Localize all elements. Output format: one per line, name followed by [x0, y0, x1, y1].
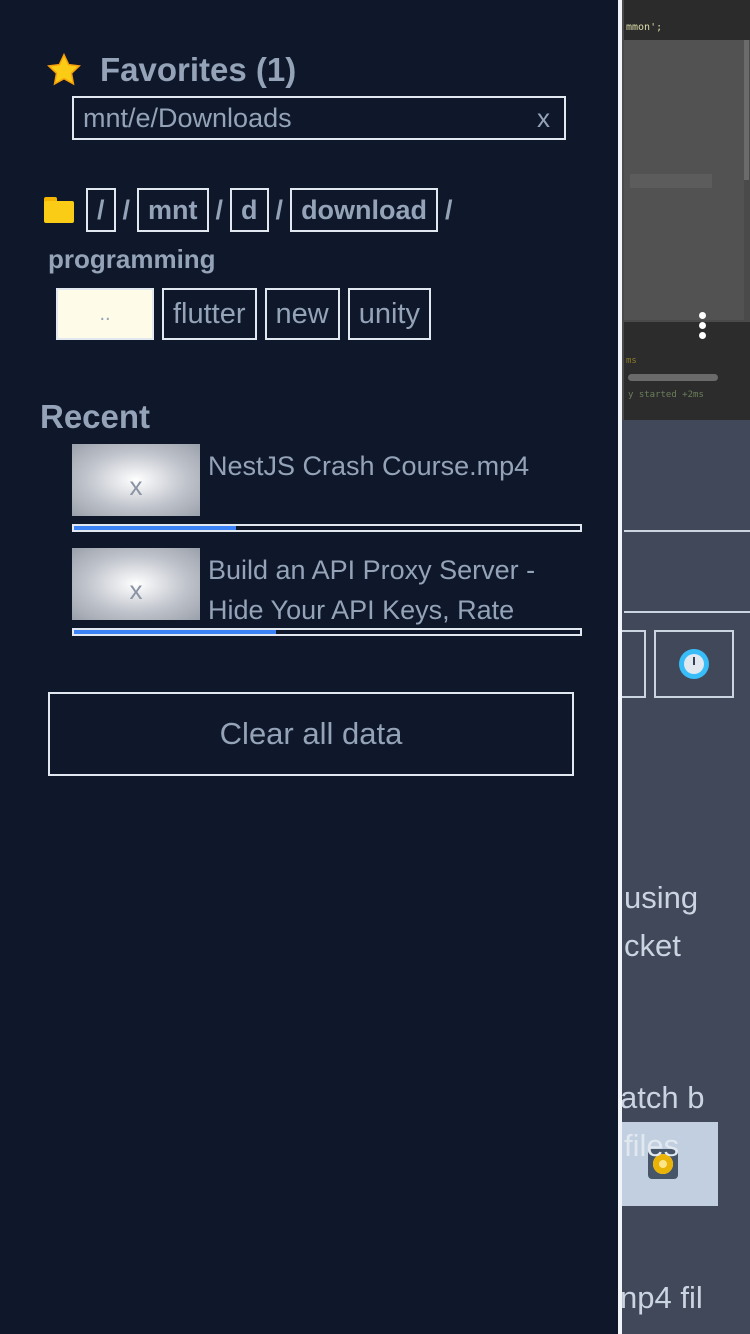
folder-new[interactable]: new: [264, 288, 340, 340]
watch-progress-fill: [74, 526, 236, 530]
video-seek-bar[interactable]: [628, 374, 718, 381]
breadcrumb-separator: /: [122, 194, 131, 225]
video-thumbnail: x: [72, 548, 200, 620]
favorite-item[interactable]: mnt/e/Downloads x: [72, 96, 566, 140]
recent-item-name: Build an API Proxy Server - Hide Your AP…: [208, 555, 536, 625]
breadcrumb-current: programming: [48, 244, 216, 274]
breadcrumb-d[interactable]: d: [230, 188, 269, 232]
video-terminal: [624, 322, 750, 420]
folder-list: .. flutter new unity: [56, 288, 439, 340]
divider: [624, 530, 750, 532]
watch-progress-bar: [72, 524, 582, 532]
star-icon: [47, 52, 81, 86]
recent-item[interactable]: x Build an API Proxy Server - Hide Your …: [72, 548, 582, 638]
clear-all-data-button[interactable]: Clear all data: [48, 692, 574, 776]
breadcrumb-separator: /: [445, 194, 453, 225]
background-text: using: [624, 880, 699, 915]
breadcrumb-separator: /: [215, 194, 224, 225]
folder-icon: [44, 197, 74, 223]
background-text: cket: [624, 928, 681, 963]
more-options-icon[interactable]: [697, 312, 707, 340]
video-editor-line: [630, 174, 712, 188]
breadcrumb-separator: /: [275, 194, 284, 225]
recent-item[interactable]: x NestJS Crash Course.mp4: [72, 444, 582, 534]
recent-title: Recent: [40, 398, 151, 435]
breadcrumb-root[interactable]: /: [86, 188, 116, 232]
video-code-text: mmon';: [626, 22, 663, 33]
background-text: atch b: [620, 1080, 705, 1115]
folder-unity[interactable]: unity: [347, 288, 431, 340]
folder-flutter[interactable]: flutter: [162, 288, 257, 340]
breadcrumb-download[interactable]: download: [290, 188, 439, 232]
watch-progress-fill: [74, 630, 277, 634]
breadcrumb-mnt[interactable]: mnt: [137, 188, 209, 232]
clock-icon: [679, 649, 709, 679]
recent-item-name: NestJS Crash Course.mp4: [208, 451, 530, 481]
video-scrollbar: [744, 40, 749, 180]
background-text: np4 fil: [620, 1280, 703, 1315]
divider: [624, 611, 750, 613]
remove-favorite-button[interactable]: x: [537, 103, 550, 134]
favorites-header: Favorites (1): [46, 50, 296, 90]
video-terminal-text: ms: [626, 356, 637, 366]
video-code-header: [624, 0, 750, 40]
background-text: files: [624, 1128, 680, 1163]
parent-folder-button[interactable]: ..: [56, 288, 154, 340]
video-thumbnail: x: [72, 444, 200, 516]
timer-button[interactable]: [654, 630, 734, 698]
video-terminal-text-2: y started +2ms: [628, 390, 704, 400]
side-drawer: Favorites (1) mnt/e/Downloads x / / mnt …: [0, 0, 622, 1334]
watch-progress-bar: [72, 628, 582, 636]
breadcrumb: / / mnt / d / download /: [44, 188, 460, 232]
favorites-title: Favorites (1): [100, 51, 297, 88]
favorite-path: mnt/e/Downloads: [83, 102, 292, 133]
